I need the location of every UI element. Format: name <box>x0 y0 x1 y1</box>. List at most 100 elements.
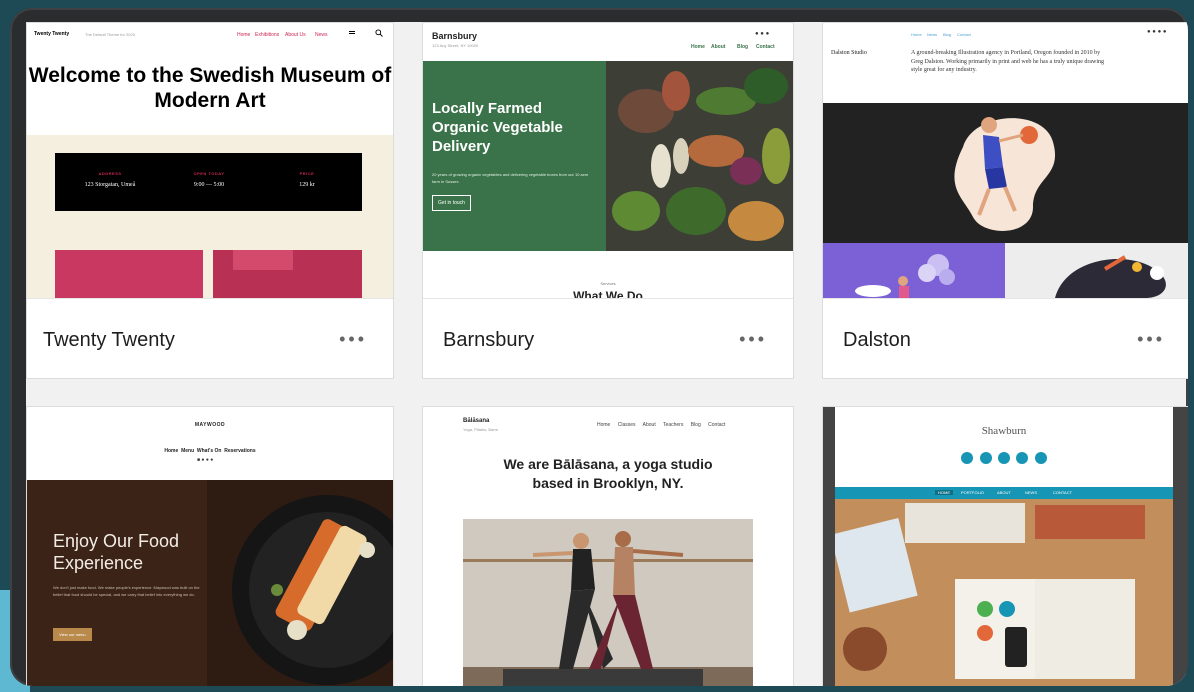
preview-intro: A ground-breaking Illustration agency in… <box>911 50 1105 73</box>
social-icons <box>835 451 1173 469</box>
info-column: ADDRESS 123 Storgatan, Umeå <box>60 171 160 188</box>
preview-nav-item: Contact <box>708 422 726 428</box>
preview-nav-item: Blog <box>943 32 952 37</box>
preview-info-bar: ADDRESS 123 Storgatan, Umeå OPEN TODAY 9… <box>55 153 362 211</box>
preview-nav-item: Teachers <box>663 422 684 428</box>
info-column: PRICE 129 kr <box>257 171 357 188</box>
vegetables-photo <box>606 61 793 251</box>
social-icons: ● ● ● <box>755 31 770 37</box>
preview-nav-item: Home <box>164 448 179 454</box>
preview-nav-item: HOME <box>935 490 953 495</box>
preview-site-title: Twenty Twenty <box>34 31 70 37</box>
search-icon <box>375 29 383 37</box>
theme-card-footer: Twenty Twenty ••• <box>27 298 393 378</box>
theme-preview[interactable]: Twenty Twenty The Default Theme for 2020… <box>27 23 393 298</box>
preview-site-title: Dalston Studio <box>831 50 867 56</box>
preview-nav-item: News <box>927 32 938 37</box>
more-options-icon[interactable]: ••• <box>1137 329 1165 350</box>
preview-nav-item: PORTFOLIO <box>961 490 985 495</box>
preview-nav-item: About Us <box>285 32 306 38</box>
preview-nav-item: About <box>711 44 726 50</box>
preview-section-heading: What We Do <box>573 289 643 298</box>
info-label: OPEN TODAY <box>193 171 225 176</box>
preview-nav-item: What's On <box>196 448 222 454</box>
preview-cta-button: View our menu <box>53 628 92 641</box>
preview-body: 20 years of growing organic vegetables a… <box>432 172 589 184</box>
preview-section-label: Services <box>600 281 616 286</box>
theme-name: Dalston <box>843 329 911 351</box>
preview-body: We don't just make food. We make people'… <box>53 585 200 597</box>
preview-nav: HOME PORTFOLIO ABOUT NEWS CONTACT <box>835 487 1173 499</box>
preview-heading: Enjoy Our Food Experience <box>53 531 180 573</box>
theme-name: Barnsbury <box>443 329 535 351</box>
theme-card-balasana[interactable]: Bālāsana Yoga, Pilates, Barre Home Class… <box>422 406 794 686</box>
theme-card-footer: Barnsbury ••• <box>423 298 793 378</box>
preview-subtitle: 123 Any Street, NY 10000 <box>432 43 479 48</box>
theme-grid: Twenty Twenty The Default Theme for 2020… <box>26 22 1188 686</box>
more-options-icon[interactable]: ••• <box>739 329 767 350</box>
theme-preview[interactable]: Bālāsana Yoga, Pilates, Barre Home Class… <box>423 407 793 686</box>
yoga-illustration <box>463 519 753 686</box>
preview-cta-button: Get in touch <box>432 195 471 211</box>
preview-nav-item: About <box>642 422 656 428</box>
theme-preview[interactable]: Barnsbury 123 Any Street, NY 10000 ● ● ●… <box>423 23 793 298</box>
preview-nav: Home Classes About Teachers Blog Contact <box>597 422 725 428</box>
info-value: 123 Storgatan, Umeå <box>84 182 136 188</box>
preview-heading-text: We are Bālāsana, a yoga studio based in … <box>503 456 713 491</box>
menu-icon <box>349 31 355 32</box>
preview-site-title: Shawburn <box>981 425 1027 437</box>
preview-nav-item: Home <box>911 32 922 37</box>
preview-subtitle: Yoga, Pilates, Barre <box>463 427 499 432</box>
device-frame: Twenty Twenty The Default Theme for 2020… <box>10 8 1188 686</box>
theme-preview[interactable]: Shawburn HOME PORTFOLIO ABOUT NEWS CONTA… <box>823 407 1188 686</box>
preview-nav-item: Contact <box>756 44 775 50</box>
theme-card-dalston[interactable]: Home News Blog Contact ● ● ● ● Dalston S… <box>822 22 1188 379</box>
preview-nav-item: Classes <box>617 422 636 428</box>
theme-card-shawburn[interactable]: Shawburn HOME PORTFOLIO ABOUT NEWS CONTA… <box>822 406 1188 686</box>
info-column: OPEN TODAY 9:00 — 5:00 <box>159 171 259 188</box>
theme-card-barnsbury[interactable]: Barnsbury 123 Any Street, NY 10000 ● ● ●… <box>422 22 794 379</box>
desk-illustration <box>830 499 1173 686</box>
preview-site-title: MAYWOOD <box>194 422 226 428</box>
info-value: 9:00 — 5:00 <box>193 182 225 188</box>
preview-nav-item: Home <box>237 32 251 38</box>
preview-image-block <box>55 250 203 298</box>
preview-purple-panel <box>823 243 1005 298</box>
preview-nav: Home Menu What's On Reservations <box>27 448 393 454</box>
preview-nav-item: Reservations <box>224 448 256 454</box>
preview-nav-item: CONTACT <box>1053 490 1073 495</box>
preview-nav-item: NEWS <box>1025 490 1037 495</box>
theme-name: Twenty Twenty <box>43 329 175 351</box>
theme-card-footer: Dalston ••• <box>823 298 1188 378</box>
preview-grey-panel <box>1005 243 1188 298</box>
social-icons: ● ● ● ● <box>1147 29 1167 35</box>
info-label: PRICE <box>299 171 315 176</box>
theme-card-maywood[interactable]: MAYWOOD Home Menu What's On Reservations… <box>26 406 394 686</box>
preview-heading: Locally Farmed Organic Vegetable Deliver… <box>432 100 563 155</box>
preview-heading: Welcome to the Swedish Museum of Modern … <box>28 64 392 112</box>
preview-nav-item: Exhibitions <box>255 32 280 38</box>
basketball-illustration <box>954 117 1056 231</box>
preview-nav-item: Contact <box>957 32 971 37</box>
theme-card-twenty-twenty[interactable]: Twenty Twenty The Default Theme for 2020… <box>26 22 394 379</box>
preview-hero-panel: Locally Farmed Organic Vegetable Deliver… <box>423 61 606 251</box>
more-options-icon[interactable]: ••• <box>339 329 367 350</box>
preview-site-title: Bālāsana <box>463 418 490 424</box>
preview-nav-item: Home <box>597 422 611 428</box>
balloons-illustration <box>855 254 955 298</box>
yoga-photo <box>463 519 753 686</box>
info-value: 129 kr <box>299 182 315 188</box>
preview-nav-item: Blog <box>690 422 701 428</box>
abstract-illustration <box>1055 255 1166 298</box>
info-label: ADDRESS <box>98 171 122 176</box>
preview-nav-item: News <box>315 32 328 38</box>
preview-nav-item: Home <box>691 44 705 50</box>
theme-preview[interactable]: MAYWOOD Home Menu What's On Reservations… <box>27 407 393 686</box>
preview-image-detail <box>233 250 293 270</box>
theme-preview[interactable]: Home News Blog Contact ● ● ● ● Dalston S… <box>823 23 1188 298</box>
preview-illustration-panel <box>823 103 1188 243</box>
preview-nav-item: Blog <box>737 44 749 50</box>
preview-tagline: The Default Theme for 2020 <box>85 32 135 37</box>
preview-cream-section: ADDRESS 123 Storgatan, Umeå OPEN TODAY 9… <box>27 135 393 298</box>
preview-site-title: Barnsbury <box>432 31 478 41</box>
